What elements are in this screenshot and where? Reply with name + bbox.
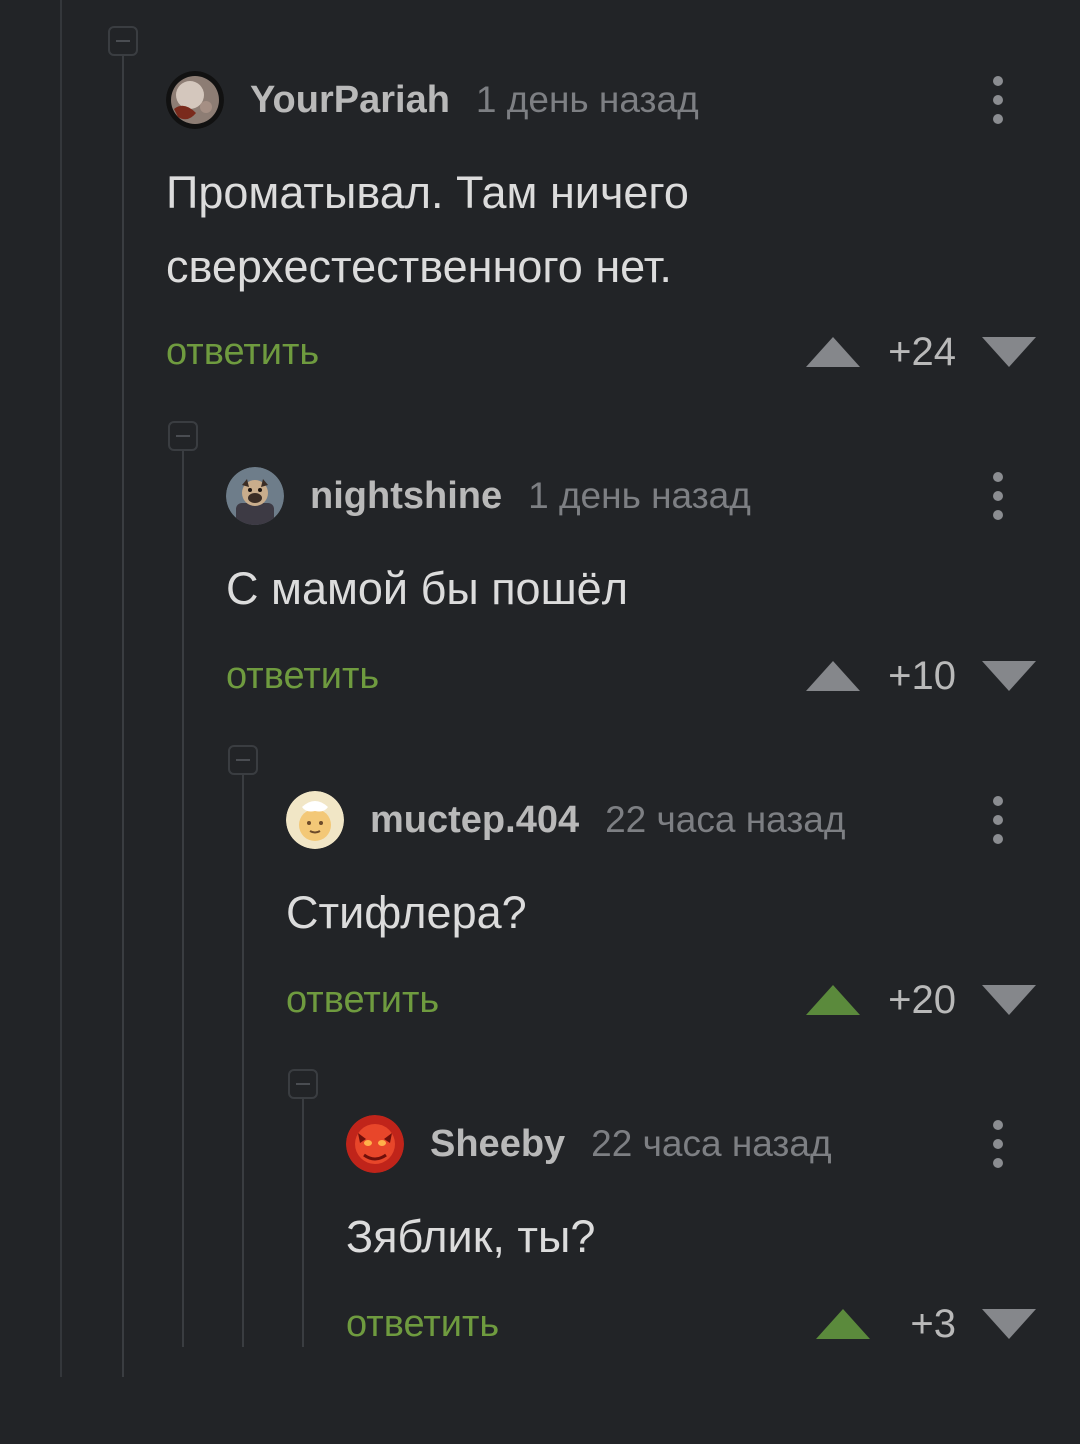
comment-header: YourPariah 1 день назад: [166, 70, 699, 130]
vote-controls: +24: [806, 329, 1036, 374]
upvote-arrow-icon[interactable]: [806, 985, 861, 1015]
score: +24: [888, 329, 956, 374]
score: +20: [888, 977, 956, 1022]
more-options-icon[interactable]: [988, 472, 1008, 520]
thread-line[interactable]: [122, 56, 124, 1377]
username[interactable]: Sheeby: [430, 1123, 565, 1166]
avatar[interactable]: [166, 71, 224, 129]
comment-text: Проматывал. Там ничего сверхестественног…: [166, 167, 689, 292]
more-options-icon[interactable]: [988, 1120, 1008, 1168]
reply-button[interactable]: ответить: [166, 332, 319, 372]
downvote-arrow-icon[interactable]: [982, 1309, 1036, 1339]
username[interactable]: YourPariah: [250, 79, 450, 122]
score: +3: [910, 1301, 956, 1346]
comment-header: muctep.404 22 часа назад: [286, 790, 845, 850]
reply-button[interactable]: ответить: [226, 656, 379, 696]
collapse-button[interactable]: [168, 421, 198, 451]
vote-controls: +10: [806, 653, 1036, 698]
comment: YourPariah 1 день назад Проматывал. Там …: [166, 70, 1080, 400]
score: +10: [888, 653, 956, 698]
timestamp: 22 часа назад: [605, 799, 846, 840]
username[interactable]: nightshine: [310, 475, 502, 518]
thread-line[interactable]: [182, 451, 184, 1347]
comment: muctep.404 22 часа назад Стифлера? ответ…: [286, 790, 1080, 1120]
comment-text: Зяблик, ты?: [346, 1211, 596, 1262]
more-options-icon[interactable]: [988, 76, 1008, 124]
timestamp: 1 день назад: [528, 475, 751, 516]
timestamp: 22 часа назад: [591, 1123, 832, 1164]
thread-guide-line: [60, 0, 62, 1377]
vote-controls: +20: [806, 977, 1036, 1022]
collapse-button[interactable]: [108, 26, 138, 56]
comment-header: Sheeby 22 часа назад: [346, 1114, 832, 1174]
comment-header: nightshine 1 день назад: [226, 466, 751, 526]
upvote-arrow-icon[interactable]: [816, 1309, 870, 1339]
avatar[interactable]: [226, 467, 284, 525]
username[interactable]: muctep.404: [370, 799, 579, 842]
thread-line[interactable]: [242, 775, 244, 1347]
upvote-arrow-icon[interactable]: [806, 661, 861, 691]
comment-text: С мамой бы пошёл: [226, 563, 628, 614]
reply-button[interactable]: ответить: [286, 980, 439, 1020]
downvote-arrow-icon[interactable]: [982, 337, 1036, 367]
timestamp: 1 день назад: [475, 79, 699, 120]
more-options-icon[interactable]: [988, 796, 1008, 844]
upvote-arrow-icon[interactable]: [806, 337, 861, 367]
thread-line[interactable]: [302, 1099, 304, 1347]
avatar[interactable]: [286, 791, 344, 849]
vote-controls: +3: [816, 1301, 1036, 1346]
reply-button[interactable]: ответить: [346, 1304, 499, 1344]
downvote-arrow-icon[interactable]: [982, 661, 1036, 691]
downvote-arrow-icon[interactable]: [982, 985, 1036, 1015]
red-demon-avatar-icon: [346, 1115, 404, 1173]
cartoon-face-avatar-icon: [286, 791, 344, 849]
comment: nightshine 1 день назад С мамой бы пошёл…: [226, 466, 1080, 796]
comment-text: Стифлера?: [286, 887, 527, 938]
pug-avatar-icon: [226, 467, 284, 525]
avatar[interactable]: [346, 1115, 404, 1173]
comment: Sheeby 22 часа назад Зяблик, ты? ответит…: [346, 1114, 1080, 1444]
pluto-avatar-icon: [166, 71, 224, 129]
